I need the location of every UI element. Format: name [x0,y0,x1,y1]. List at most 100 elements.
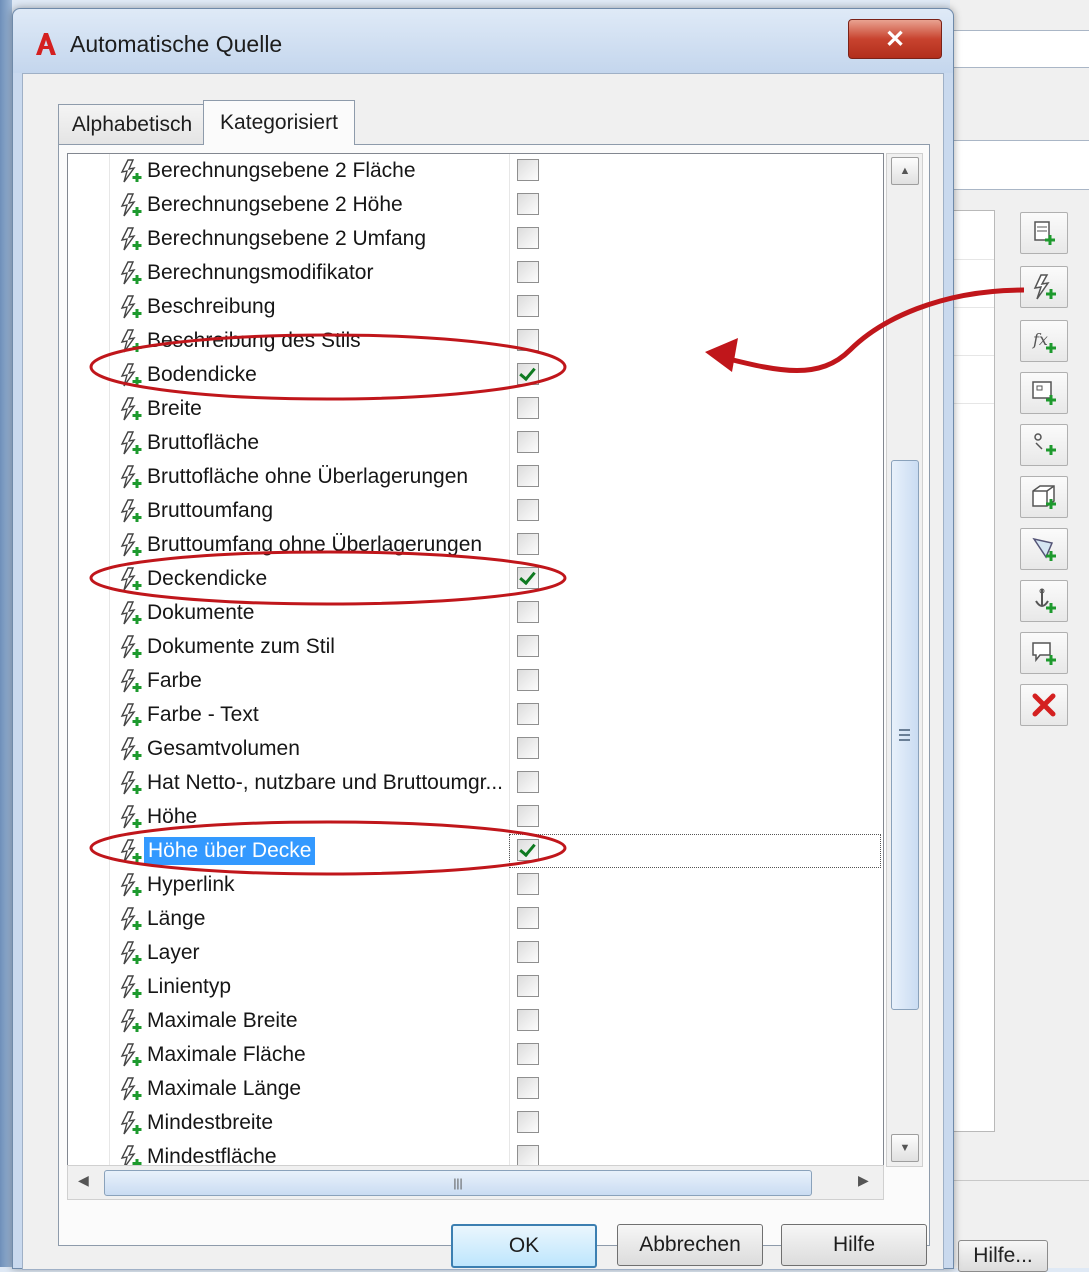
property-row[interactable]: Dokumente zum Stil [68,630,883,664]
scroll-up-button[interactable]: ▲ [891,157,919,185]
scroll-down-button[interactable]: ▼ [891,1134,919,1162]
include-checkbox[interactable] [517,941,539,963]
property-row[interactable]: Beschreibung [68,290,883,324]
include-checkbox[interactable] [517,771,539,793]
graphic-icon[interactable] [1020,528,1068,570]
property-name: Farbe - Text [147,703,259,726]
include-checkbox[interactable] [517,669,539,691]
column-divider [509,324,510,358]
include-checkbox[interactable] [517,1043,539,1065]
formula-icon[interactable]: fx [1020,320,1068,362]
include-checkbox[interactable] [517,1145,539,1166]
property-row[interactable]: Bodendicke [68,358,883,392]
automatic-property-icon [117,192,143,218]
include-checkbox[interactable] [517,193,539,215]
help-button[interactable]: Hilfe [781,1224,927,1266]
property-row[interactable]: Dokumente [68,596,883,630]
include-checkbox[interactable] [517,227,539,249]
scroll-thumb[interactable] [891,460,919,1010]
include-checkbox[interactable] [517,737,539,759]
include-checkbox[interactable] [517,1077,539,1099]
property-row[interactable]: Bruttoumfang ohne Überlagerungen [68,528,883,562]
property-row[interactable]: Bruttofläche [68,426,883,460]
background-help-button[interactable]: Hilfe... [958,1240,1048,1272]
material-icon[interactable] [1020,476,1068,518]
scroll-right-icon[interactable]: ▶ [858,1172,869,1189]
include-checkbox[interactable] [517,907,539,929]
include-checkbox[interactable] [517,397,539,419]
include-checkbox[interactable] [517,465,539,487]
include-checkbox[interactable] [517,363,539,385]
include-checkbox[interactable] [517,261,539,283]
automatic-property-icon [117,804,143,830]
property-row[interactable]: Farbe [68,664,883,698]
property-row[interactable]: Farbe - Text [68,698,883,732]
property-row[interactable]: Hyperlink [68,868,883,902]
property-row[interactable]: Berechnungsmodifikator [68,256,883,290]
property-row[interactable]: Gesamtvolumen [68,732,883,766]
vertical-scrollbar[interactable]: ▲ ▼ [886,153,923,1167]
row-gutter [68,1072,110,1106]
include-checkbox[interactable] [517,329,539,351]
property-row[interactable]: Länge [68,902,883,936]
property-row[interactable]: Hat Netto-, nutzbare und Bruttoumgr... [68,766,883,800]
include-checkbox[interactable] [517,533,539,555]
include-checkbox[interactable] [517,805,539,827]
automatic-property-icon [117,1076,143,1102]
anchor-icon[interactable] [1020,580,1068,622]
include-checkbox[interactable] [517,975,539,997]
property-row[interactable]: Beschreibung des Stils [68,324,883,358]
property-row[interactable]: Berechnungsebene 2 Fläche [68,154,883,188]
include-checkbox[interactable] [517,499,539,521]
property-row[interactable]: Höhe über Decke [68,834,883,868]
property-row[interactable]: Berechnungsebene 2 Umfang [68,222,883,256]
column-divider [509,562,510,596]
ok-button[interactable]: OK [451,1224,597,1268]
property-name: Beschreibung [147,295,276,318]
include-checkbox[interactable] [517,567,539,589]
property-row[interactable]: Maximale Breite [68,1004,883,1038]
delete-icon[interactable] [1020,684,1068,726]
property-row[interactable]: Maximale Länge [68,1072,883,1106]
row-gutter [68,902,110,936]
property-row[interactable]: Bruttoumfang [68,494,883,528]
property-name: Maximale Breite [147,1009,298,1032]
tab-alphabetisch[interactable]: Alphabetisch [58,104,206,145]
location-icon[interactable] [1020,372,1068,414]
property-row[interactable]: Layer [68,936,883,970]
classification-icon[interactable] [1020,424,1068,466]
property-name: Gesamtvolumen [147,737,300,760]
column-divider [509,1106,510,1140]
property-row[interactable]: Höhe [68,800,883,834]
column-divider [509,630,510,664]
cancel-button[interactable]: Abbrechen [617,1224,763,1266]
row-gutter [68,936,110,970]
property-row[interactable]: Maximale Fläche [68,1038,883,1072]
include-checkbox[interactable] [517,601,539,623]
include-checkbox[interactable] [517,873,539,895]
include-checkbox[interactable] [517,431,539,453]
include-checkbox[interactable] [517,295,539,317]
horizontal-scrollbar[interactable]: ◀ ||| ▶ [67,1165,884,1200]
automatic-property-icon [117,1008,143,1034]
property-row[interactable]: Linientyp [68,970,883,1004]
close-button[interactable]: ✕ [848,19,942,59]
property-row[interactable]: Bruttofläche ohne Überlagerungen [68,460,883,494]
property-row[interactable]: Berechnungsebene 2 Höhe [68,188,883,222]
add-property-icon[interactable] [1020,212,1068,254]
horizontal-scroll-thumb[interactable]: ||| [104,1170,812,1196]
property-row[interactable]: Mindestfläche [68,1140,883,1166]
include-checkbox[interactable] [517,1009,539,1031]
property-set-icon[interactable] [1020,632,1068,674]
include-checkbox[interactable] [517,635,539,657]
include-checkbox[interactable] [517,159,539,181]
automatic-source-icon[interactable] [1020,266,1068,308]
tab-kategorisiert[interactable]: Kategorisiert [203,100,355,145]
scroll-left-icon[interactable]: ◀ [78,1172,89,1189]
include-checkbox[interactable] [517,1111,539,1133]
title-bar[interactable]: Automatische Quelle ✕ [13,9,953,73]
property-row[interactable]: Deckendicke [68,562,883,596]
property-row[interactable]: Breite [68,392,883,426]
property-row[interactable]: Mindestbreite [68,1106,883,1140]
include-checkbox[interactable] [517,703,539,725]
